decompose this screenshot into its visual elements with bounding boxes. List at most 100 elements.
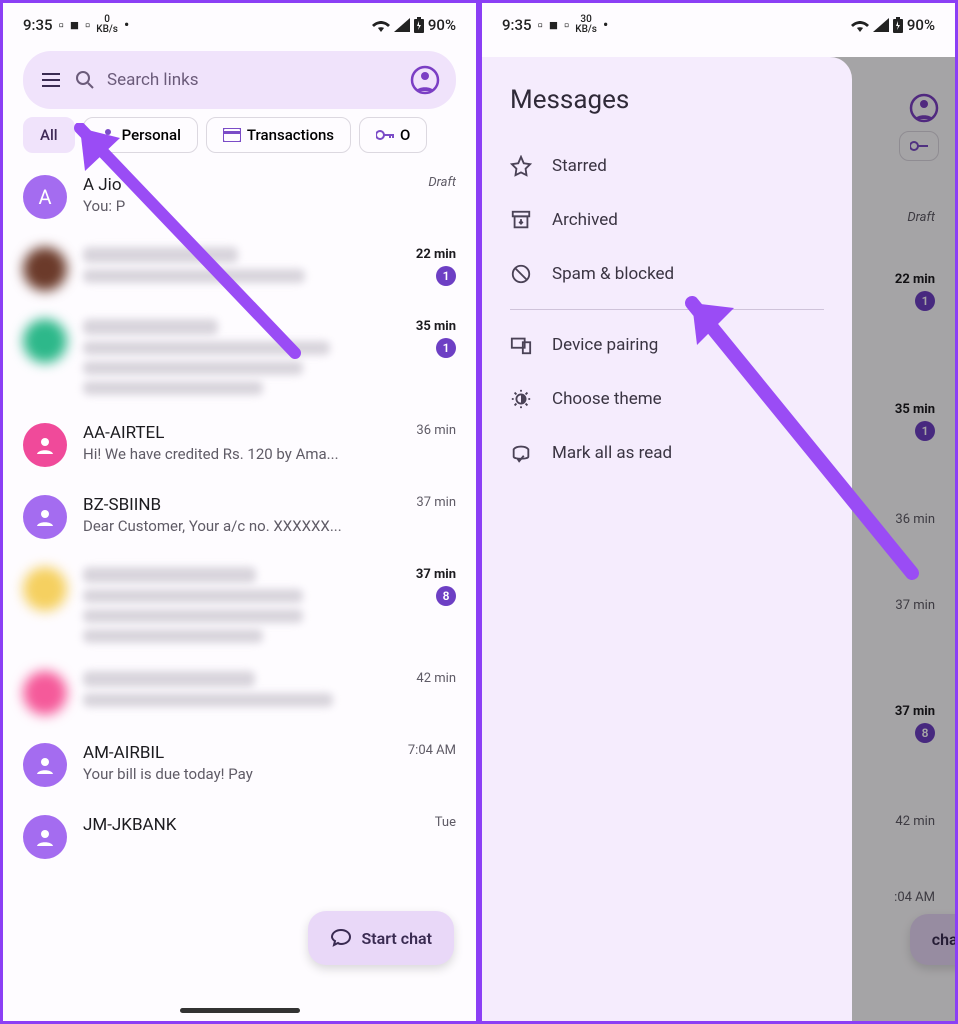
wifi-icon — [372, 18, 390, 32]
conversation-row[interactable]: JM-JKBANK Tue — [3, 801, 476, 873]
conversation-row[interactable]: 22 min 1 — [3, 233, 476, 305]
battery-icon — [893, 17, 903, 33]
conversation-body: AA-AIRTEL Hi! We have credited Rs. 120 by… — [83, 423, 400, 463]
drawer-item-star[interactable]: Starred — [482, 139, 852, 193]
conversation-time: 35 min — [416, 319, 456, 334]
conversation-time: 7:04 AM — [408, 743, 456, 758]
conversation-list[interactable]: A A Jio You: P Draft 22 min 1 35 min 1 AA-AIRTEL… — [3, 161, 476, 1021]
star-icon — [510, 155, 532, 177]
drawer-item-label: Mark all as read — [552, 443, 672, 463]
avatar — [23, 567, 67, 611]
conversation-row[interactable]: 42 min — [3, 657, 476, 729]
menu-icon[interactable] — [39, 68, 63, 92]
conversation-time: Draft — [428, 175, 456, 190]
conversation-body — [83, 247, 400, 283]
conversation-title: BZ-SBIINB — [83, 495, 400, 515]
avatar — [23, 743, 67, 787]
conversation-meta: Tue — [435, 815, 456, 830]
key-icon — [376, 129, 394, 141]
dot-icon: • — [603, 16, 608, 34]
phone-left: 9:35 ▫ ■ ▫ 0KB/s • 90% Search links All … — [3, 3, 476, 1021]
profile-icon[interactable] — [410, 65, 440, 95]
unread-badge: 1 — [436, 338, 456, 358]
theme-icon — [510, 388, 532, 410]
chip-personal[interactable]: Personal — [83, 117, 198, 153]
conversation-body: BZ-SBIINB Dear Customer, Your a/c no. XXX… — [83, 495, 400, 535]
block-icon — [510, 263, 532, 285]
start-chat-fab[interactable]: Start chat — [308, 911, 454, 965]
conversation-row[interactable]: 35 min 1 — [3, 305, 476, 409]
conversation-time: 42 min — [416, 671, 456, 686]
card-icon — [223, 128, 241, 142]
drawer-item-archive[interactable]: Archived — [482, 193, 852, 247]
drawer-item-devices[interactable]: Device pairing — [482, 318, 852, 372]
conversation-preview: Dear Customer, Your a/c no. XXXXXX... — [83, 517, 400, 535]
drawer-item-block[interactable]: Spam & blocked — [482, 247, 852, 301]
chip-all[interactable]: All — [23, 117, 75, 153]
status-icon: ▫ — [59, 16, 64, 34]
status-icon: ■ — [549, 16, 558, 34]
unread-badge: 1 — [436, 266, 456, 286]
conversation-meta: 36 min — [416, 423, 456, 438]
conversation-row[interactable]: 37 min8 — [3, 553, 476, 657]
conversation-meta: 42 min — [416, 671, 456, 686]
drawer-item-label: Archived — [552, 210, 618, 230]
conversation-preview: Hi! We have credited Rs. 120 by Ama... — [83, 445, 400, 463]
conversation-meta: 35 min 1 — [416, 319, 456, 358]
conversation-preview: You: P — [83, 197, 412, 215]
chat-icon — [330, 927, 352, 949]
clock: 9:35 — [23, 16, 53, 34]
conversation-meta: Draft — [428, 175, 456, 190]
conversation-body: A Jio You: P — [83, 175, 412, 215]
archive-icon — [510, 209, 532, 231]
drawer-item-label: Starred — [552, 156, 607, 176]
search-bar[interactable]: Search links — [23, 51, 456, 109]
avatar — [23, 815, 67, 859]
conversation-row[interactable]: AM-AIRBILYour bill is due today! Pay 7:04… — [3, 729, 476, 801]
conversation-time: 37 min — [416, 495, 456, 510]
drawer-item-read[interactable]: Mark all as read — [482, 426, 852, 480]
clock: 9:35 — [502, 16, 532, 34]
conversation-title: AA-AIRTEL — [83, 423, 400, 443]
conversation-body — [83, 671, 400, 707]
conversation-body: AM-AIRBILYour bill is due today! Pay — [83, 743, 392, 783]
avatar — [23, 671, 67, 715]
conversation-time: 22 min — [416, 247, 456, 262]
conversation-row[interactable]: A A Jio You: P Draft — [3, 161, 476, 233]
data-speed: 0KB/s — [96, 15, 118, 35]
drawer-item-label: Device pairing — [552, 335, 658, 355]
phone-right: 9:35 ▫ ■ ▫ 30KB/s • 90% — [482, 3, 955, 1021]
conversation-row[interactable]: BZ-SBIINB Dear Customer, Your a/c no. XXX… — [3, 481, 476, 553]
home-indicator — [180, 1008, 300, 1013]
conversation-title: A Jio — [83, 175, 412, 195]
status-icon: ▫ — [85, 16, 90, 34]
devices-icon — [510, 334, 532, 356]
avatar — [23, 423, 67, 467]
conversation-preview: Your bill is due today! Pay — [83, 765, 392, 783]
status-icon: ▫ — [564, 16, 569, 34]
status-icon: ■ — [70, 16, 79, 34]
avatar: A — [23, 175, 67, 219]
conversation-meta: 37 min — [416, 495, 456, 510]
avatar — [23, 495, 67, 539]
conversation-meta: 37 min8 — [416, 567, 456, 606]
conversation-time: 37 min — [416, 567, 456, 582]
avatar — [23, 319, 67, 363]
drawer-divider — [510, 309, 824, 310]
search-input[interactable]: Search links — [107, 70, 398, 90]
drawer-item-theme[interactable]: Choose theme — [482, 372, 852, 426]
data-speed: 30KB/s — [575, 15, 597, 35]
chip-otp[interactable]: O — [359, 117, 427, 153]
wifi-icon — [851, 18, 869, 32]
drawer-item-label: Spam & blocked — [552, 264, 674, 284]
category-chips: All Personal Transactions O — [3, 117, 476, 161]
battery-pct: 90% — [428, 16, 456, 34]
chip-transactions[interactable]: Transactions — [206, 117, 351, 153]
conversation-meta: 7:04 AM — [408, 743, 456, 758]
conversation-body: JM-JKBANK — [83, 815, 419, 837]
conversation-title: JM-JKBANK — [83, 815, 419, 835]
conversation-time: Tue — [435, 815, 456, 830]
navigation-drawer: Messages StarredArchivedSpam & blocked D… — [482, 57, 852, 1021]
drawer-item-label: Choose theme — [552, 389, 662, 409]
conversation-row[interactable]: AA-AIRTEL Hi! We have credited Rs. 120 by… — [3, 409, 476, 481]
